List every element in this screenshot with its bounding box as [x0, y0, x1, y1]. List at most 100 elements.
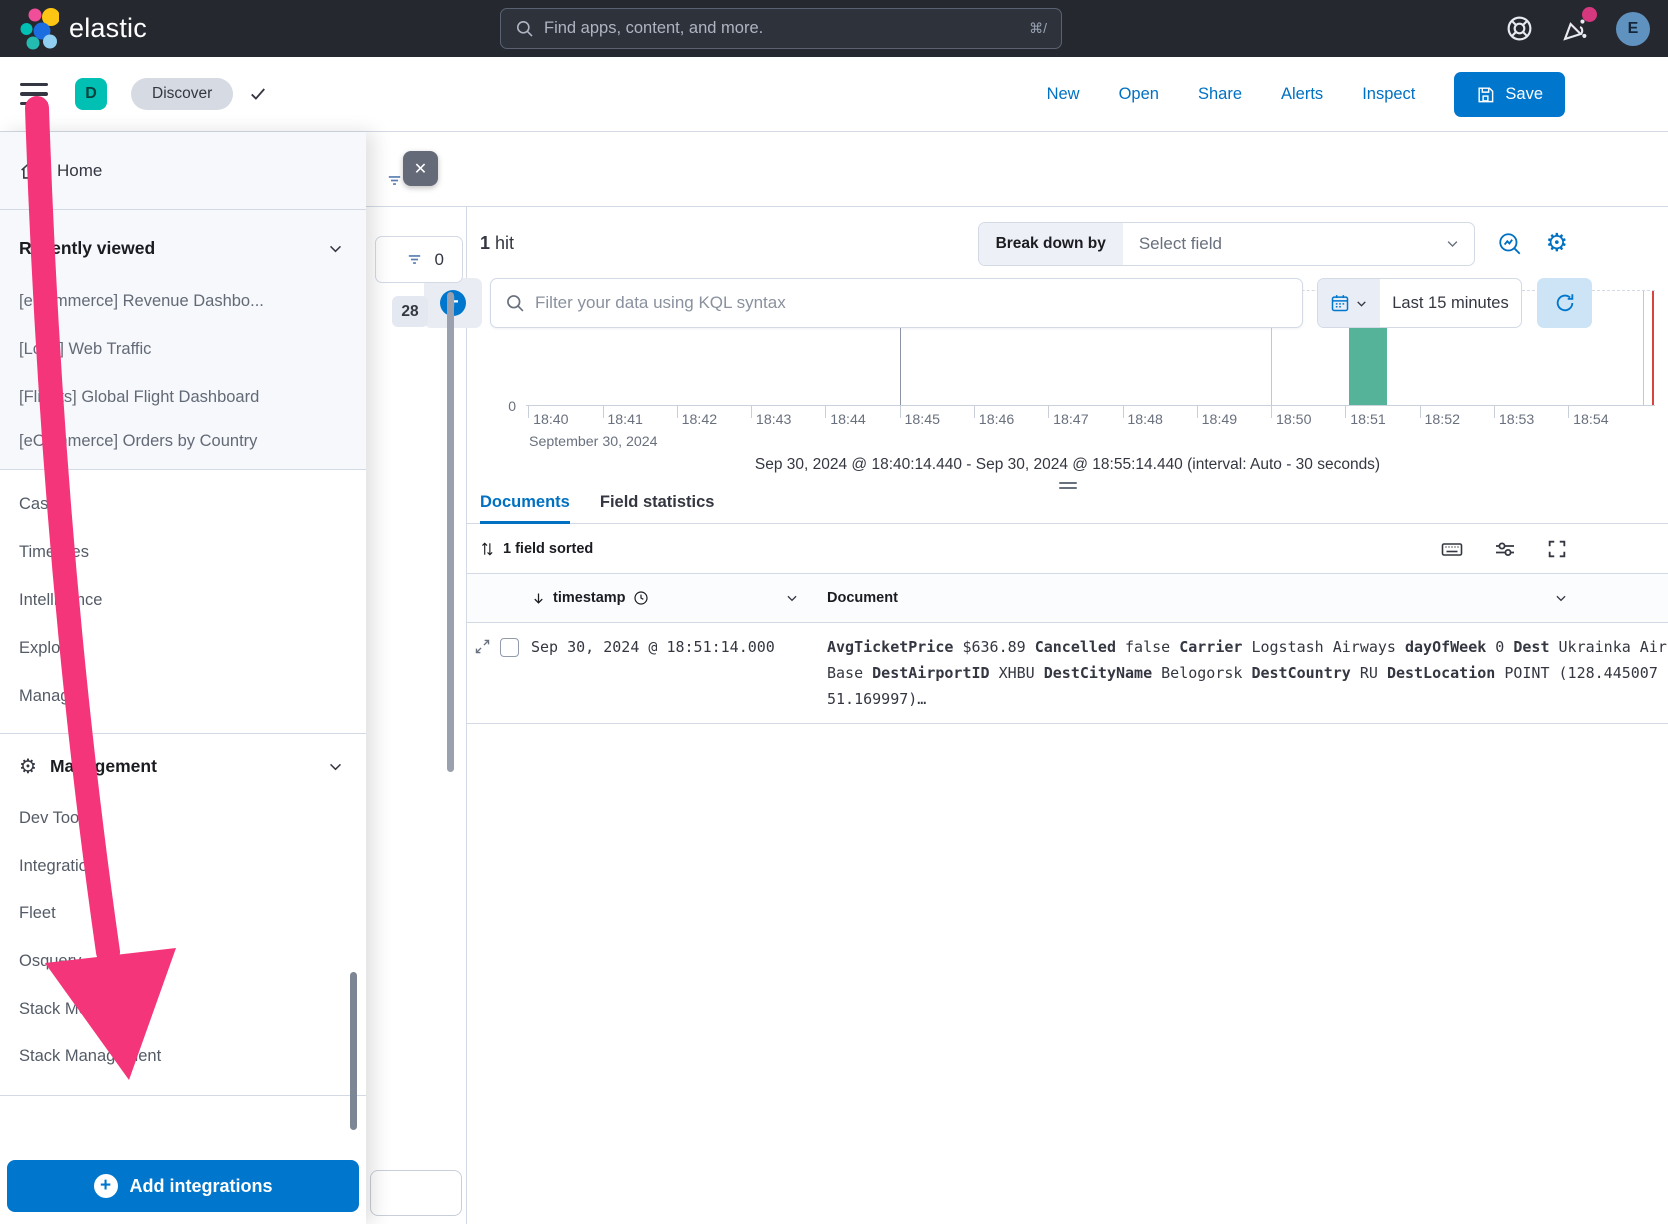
- x-tick-label: 18:54: [1573, 412, 1609, 428]
- field-filter-count: 0: [435, 250, 444, 270]
- chevron-down-icon: [1445, 223, 1474, 265]
- inspect-button[interactable]: Inspect: [1362, 85, 1415, 104]
- breadcrumb-discover[interactable]: Discover: [131, 78, 233, 110]
- share-button[interactable]: Share: [1198, 85, 1242, 104]
- save-button[interactable]: Save: [1454, 72, 1565, 117]
- chevron-down-icon: [327, 758, 344, 775]
- x-tick-label: 18:47: [1053, 412, 1089, 428]
- nav-item-explore[interactable]: Explore: [0, 624, 366, 672]
- breakdown-placeholder: Select field: [1123, 223, 1445, 265]
- global-search[interactable]: ⌘/: [500, 8, 1062, 49]
- chevron-down-icon: [327, 240, 344, 257]
- help-icon[interactable]: [1505, 14, 1534, 43]
- tab-documents[interactable]: Documents: [480, 493, 570, 523]
- time-interval-note: Sep 30, 2024 @ 18:40:14.440 - Sep 30, 20…: [467, 456, 1668, 478]
- alerts-button[interactable]: Alerts: [1281, 85, 1323, 104]
- current-time-marker: [1652, 291, 1655, 405]
- document-row: Sep 30, 2024 @ 18:51:14.000 AvgTicketPri…: [467, 623, 1668, 724]
- fullscreen-button[interactable]: [1546, 538, 1568, 560]
- nav-item-dev-tools[interactable]: Dev Tools: [0, 795, 366, 843]
- discover-main: 1 hit Break down by Select field ⚙: [467, 207, 1668, 1224]
- nav-item-manage[interactable]: Manage: [0, 672, 366, 720]
- nav-item-recent-3[interactable]: [eCommerce] Orders by Country: [0, 421, 366, 469]
- global-header: elastic ⌘/ E: [0, 0, 1668, 57]
- fields-panel-input-fragment[interactable]: [370, 1170, 462, 1216]
- home-icon: [19, 160, 40, 181]
- document-cell-content: AvgTicketPrice $636.89 Cancelled false C…: [827, 638, 1667, 708]
- time-range-label[interactable]: Last 15 minutes: [1380, 279, 1521, 327]
- nav-item-recent-2[interactable]: [Flights] Global Flight Dashboard: [0, 373, 366, 421]
- nav-item-cases[interactable]: Cases: [0, 480, 366, 528]
- x-axis-date-label: September 30, 2024: [529, 434, 658, 450]
- x-tick-label: 18:53: [1499, 412, 1535, 428]
- x-tick-label: 18:52: [1425, 412, 1461, 428]
- nav-item-recent-1[interactable]: [Logs] Web Traffic: [0, 325, 366, 373]
- hits-count: 1 hit: [480, 233, 514, 254]
- field-filter-icon[interactable]: [386, 172, 403, 189]
- search-icon: [505, 293, 525, 313]
- sort-icon: [480, 541, 494, 557]
- kql-query-bar[interactable]: [490, 278, 1303, 328]
- navigation-drawer: Home Recently viewed [eCommerce] Revenue…: [0, 132, 366, 1224]
- nav-section-recently-viewed[interactable]: Recently viewed: [0, 210, 366, 277]
- timestamp-cell: Sep 30, 2024 @ 18:51:14.000: [531, 634, 827, 723]
- nav-item-intelligence[interactable]: Intelligence: [0, 576, 366, 624]
- nav-item-recent-0[interactable]: [eCommerce] Revenue Dashbo...: [0, 277, 366, 325]
- menu-hamburger-button[interactable]: [20, 81, 48, 107]
- elastic-logo-icon: [13, 3, 59, 55]
- field-type-filter[interactable]: 0: [375, 236, 463, 283]
- nav-item-stack-management[interactable]: Stack Management: [0, 1033, 366, 1081]
- tab-field-statistics[interactable]: Field statistics: [600, 493, 715, 523]
- edit-visualization-button[interactable]: [1497, 231, 1523, 257]
- column-header-timestamp[interactable]: timestamp: [531, 590, 827, 606]
- gear-icon: ⚙: [19, 757, 37, 777]
- resize-handle[interactable]: [467, 478, 1668, 493]
- chevron-down-icon[interactable]: [785, 591, 799, 605]
- chart-options-button[interactable]: ⚙: [1546, 231, 1568, 256]
- grid-header: timestamp Document: [467, 574, 1668, 623]
- nav-item-fleet[interactable]: Fleet: [0, 890, 366, 938]
- x-tick-label: 18:45: [905, 412, 941, 428]
- user-avatar[interactable]: E: [1616, 12, 1650, 46]
- save-disk-icon: [1476, 85, 1495, 104]
- sort-desc-arrow-icon: [531, 591, 546, 606]
- calendar-icon: [1330, 293, 1350, 313]
- open-button[interactable]: Open: [1119, 85, 1159, 104]
- nav-scrollbar[interactable]: [350, 972, 357, 1130]
- elastic-logo[interactable]: elastic: [0, 3, 147, 55]
- news-feed-button[interactable]: [1560, 14, 1590, 44]
- date-picker-calendar-button[interactable]: [1318, 279, 1380, 327]
- row-checkbox[interactable]: [500, 638, 519, 657]
- new-button[interactable]: New: [1047, 85, 1080, 104]
- close-popover-button[interactable]: ✕: [403, 151, 438, 186]
- lens-chart-icon: [1497, 231, 1523, 257]
- x-axis-labels: 18:4018:4118:4218:4318:4418:4518:4618:47…: [526, 412, 1655, 432]
- x-tick-label: 18:42: [682, 412, 718, 428]
- expand-row-icon[interactable]: [474, 638, 491, 655]
- nav-item-osquery[interactable]: Osquery: [0, 938, 366, 986]
- refresh-button[interactable]: [1537, 278, 1592, 328]
- breakdown-select[interactable]: Break down by Select field: [978, 222, 1475, 266]
- discover-app-badge[interactable]: D: [75, 78, 107, 110]
- add-integrations-button[interactable]: + Add integrations: [7, 1160, 359, 1212]
- brand-name: elastic: [69, 13, 147, 44]
- chevron-down-icon[interactable]: [1554, 591, 1568, 605]
- fields-panel-scrollbar[interactable]: [447, 292, 454, 772]
- gear-icon: ⚙: [1546, 229, 1568, 257]
- column-header-document[interactable]: Document: [827, 590, 1668, 606]
- sliders-icon: [1493, 537, 1517, 561]
- chevron-down-icon: [1355, 297, 1368, 310]
- nav-item-home[interactable]: Home: [0, 132, 366, 210]
- nav-item-timelines[interactable]: Timelines: [0, 528, 366, 576]
- global-search-input[interactable]: [544, 19, 1019, 38]
- sorted-fields-button[interactable]: 1 field sorted: [480, 541, 593, 557]
- keyboard-shortcuts-button[interactable]: [1440, 537, 1464, 561]
- nav-item-integrations[interactable]: Integrations: [0, 843, 366, 891]
- results-tabs: Documents Field statistics: [467, 493, 1668, 524]
- kql-query-input[interactable]: [535, 293, 1288, 313]
- nav-item-stack-monitoring[interactable]: Stack Monitoring: [0, 985, 366, 1033]
- nav-section-management[interactable]: ⚙ Management: [0, 734, 366, 795]
- refresh-icon: [1554, 292, 1576, 314]
- display-options-button[interactable]: [1493, 537, 1517, 561]
- x-tick-label: 18:43: [756, 412, 792, 428]
